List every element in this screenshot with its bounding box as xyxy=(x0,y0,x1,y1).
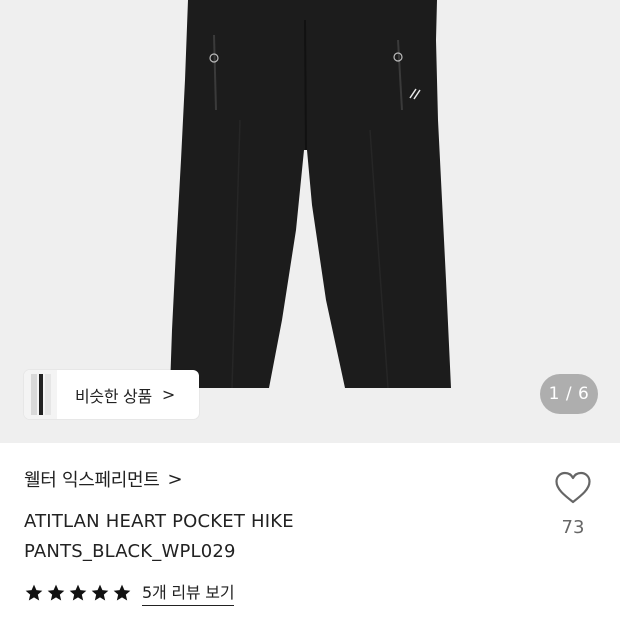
review-link[interactable]: 5개 리뷰 보기 xyxy=(142,579,235,606)
brand-link[interactable]: 웰터 익스페리먼트 > xyxy=(24,466,183,492)
like-button[interactable]: 73 xyxy=(552,471,594,538)
star-icon xyxy=(69,584,87,600)
star-icon xyxy=(47,584,65,600)
chevron-right-icon: > xyxy=(167,468,183,490)
product-image-gallery[interactable]: 비슷한 상품 > 1 / 6 xyxy=(0,0,620,443)
star-icon xyxy=(113,584,131,600)
image-page-indicator: 1 / 6 xyxy=(540,374,598,414)
star-icon xyxy=(25,584,43,600)
rating-row: 5개 리뷰 보기 xyxy=(24,579,235,606)
heart-icon xyxy=(555,471,591,504)
rating-stars xyxy=(24,583,132,603)
star-icon xyxy=(91,584,109,600)
similar-products-thumbnail xyxy=(24,370,57,419)
similar-products-label: 비슷한 상품 xyxy=(75,386,152,406)
like-count: 73 xyxy=(561,517,585,538)
product-title: ATITLAN HEART POCKET HIKE PANTS_BLACK_WP… xyxy=(24,511,294,562)
similar-products-button[interactable]: 비슷한 상품 > xyxy=(24,370,199,419)
chevron-right-icon: > xyxy=(161,385,176,404)
brand-name: 웰터 익스페리먼트 xyxy=(24,470,160,491)
